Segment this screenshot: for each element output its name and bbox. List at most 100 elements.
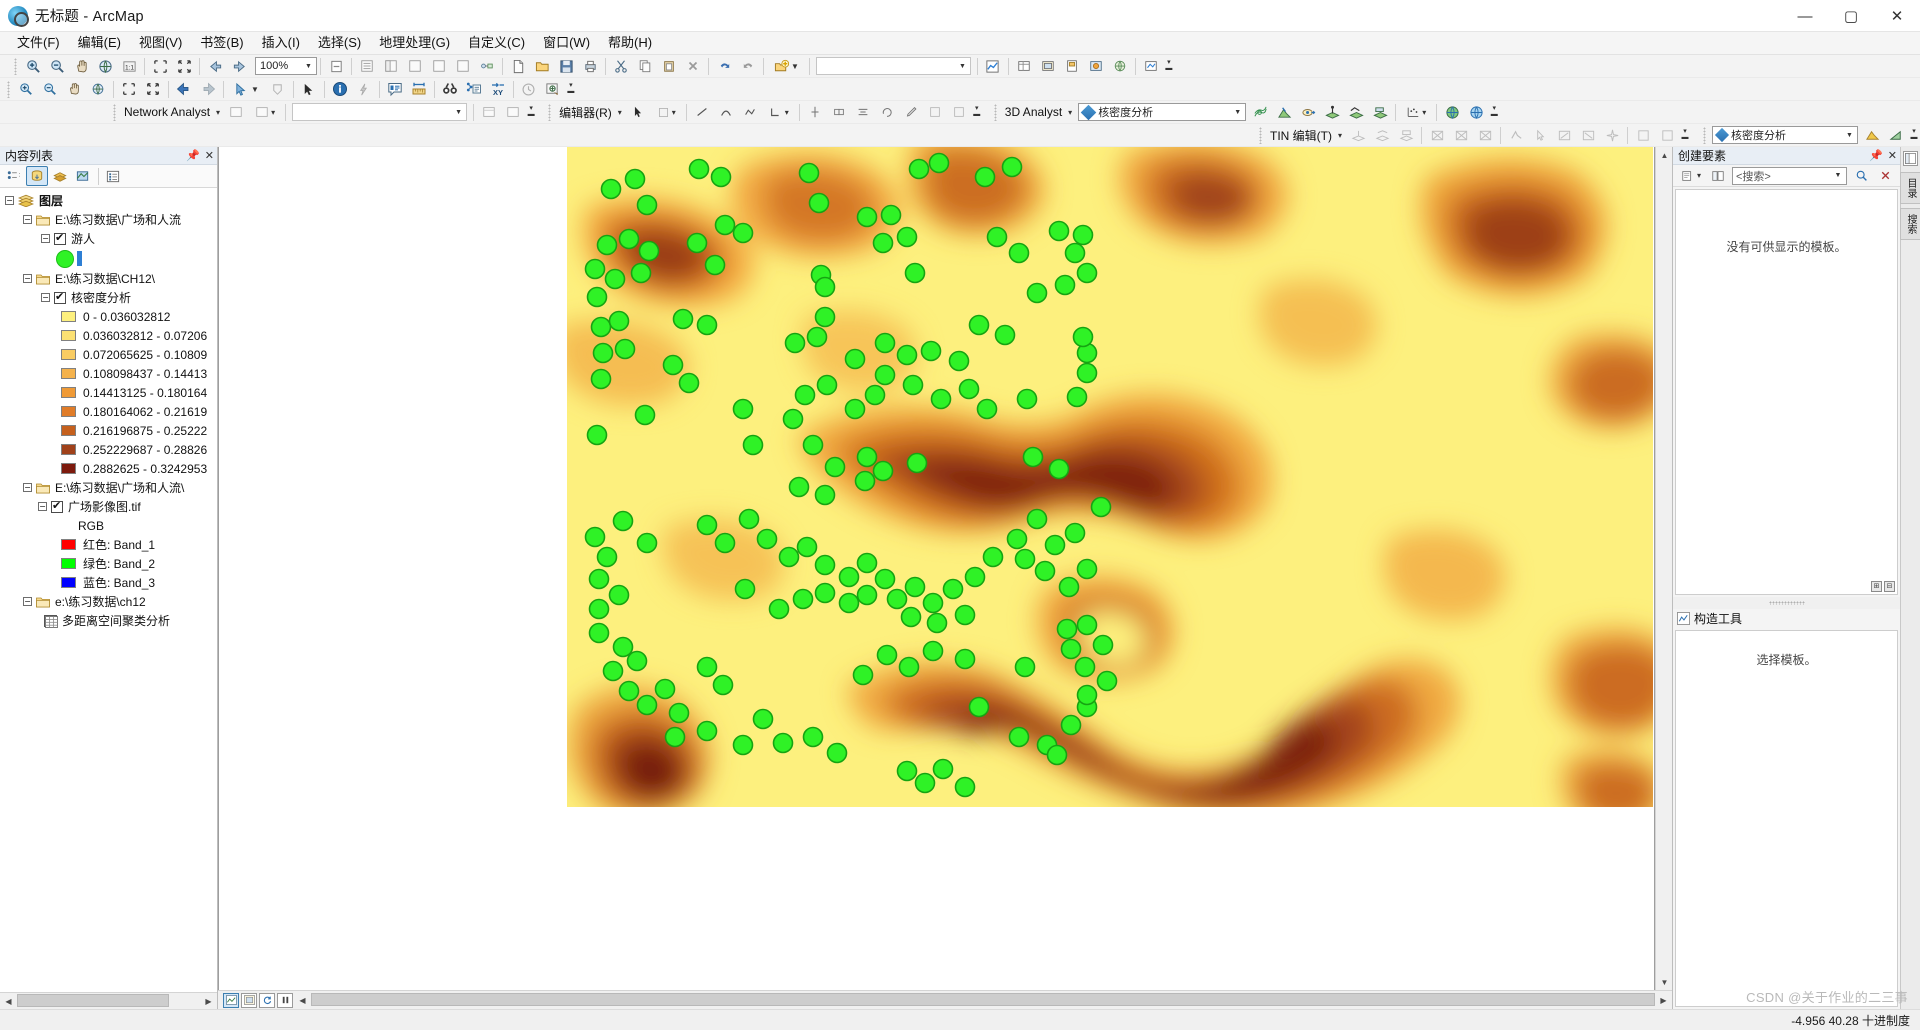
- chevron-down-icon[interactable]: ▾: [672, 108, 676, 117]
- toc-group-ch12-lower[interactable]: − e:\练习数据\ch12: [0, 592, 217, 611]
- map-hscroll-track[interactable]: [311, 992, 1655, 1008]
- pan-icon[interactable]: [70, 56, 92, 77]
- class-color-swatch[interactable]: [61, 368, 76, 379]
- tin-node-icon[interactable]: [1577, 125, 1599, 146]
- toolbox-window-icon[interactable]: [428, 56, 450, 77]
- map-scale-combo[interactable]: 100% ▼: [255, 57, 317, 75]
- scroll-left-icon[interactable]: ◀: [0, 993, 17, 1009]
- menu-selection[interactable]: 选择(S): [309, 32, 370, 54]
- network-directions-icon[interactable]: [502, 102, 524, 123]
- catalog-window-icon[interactable]: [380, 56, 402, 77]
- chevron-down-icon[interactable]: ▾: [216, 108, 220, 117]
- network-analyst-label[interactable]: Network Analyst: [120, 105, 214, 119]
- chevron-down-icon[interactable]: ▾: [618, 108, 622, 117]
- open-map-icon[interactable]: [531, 56, 553, 77]
- class-color-swatch[interactable]: [61, 406, 76, 417]
- toc-band-green[interactable]: 绿色: Band_2: [0, 554, 217, 573]
- 3d-layer-combo[interactable]: 核密度分析 ▼: [1078, 103, 1247, 121]
- layer-visibility-checkbox[interactable]: [54, 290, 66, 304]
- measure-icon[interactable]: [408, 79, 430, 100]
- chevron-down-icon[interactable]: ▾: [1338, 131, 1342, 140]
- toc-horizontal-scrollbar[interactable]: ◀ ▶: [0, 992, 217, 1009]
- pause-drawing-button[interactable]: [277, 992, 293, 1008]
- fixed-scale-icon[interactable]: 1:1: [118, 56, 140, 77]
- geoprocessing-combo[interactable]: ▼: [815, 57, 971, 75]
- toc-group-guangchang-renliu[interactable]: − E:\练习数据\广场和人流: [0, 210, 217, 229]
- vtab-catalog[interactable]: 目录: [1900, 172, 1920, 204]
- trace-icon[interactable]: [739, 102, 761, 123]
- contour-icon[interactable]: [1249, 102, 1271, 123]
- slope-icon[interactable]: [1885, 125, 1907, 146]
- sketch-properties-icon[interactable]: [948, 102, 970, 123]
- layer-visibility-checkbox[interactable]: [54, 231, 66, 245]
- expander-icon[interactable]: −: [23, 597, 32, 606]
- layout-view-button[interactable]: [241, 992, 257, 1008]
- map-hscroll-thumb[interactable]: [311, 993, 1655, 1006]
- add-tin-point-icon[interactable]: [1347, 125, 1369, 146]
- map-vscroll-track[interactable]: [1656, 163, 1672, 974]
- network-flag-icon[interactable]: ▾: [249, 102, 281, 123]
- straight-segment-icon[interactable]: [691, 102, 713, 123]
- expander-icon[interactable]: −: [38, 502, 47, 511]
- toc-group-guangchang-renliu-2[interactable]: − E:\练习数据\广场和人流\: [0, 478, 217, 497]
- create-viewer-icon[interactable]: [542, 79, 564, 100]
- toc-layer-guangchang-image[interactable]: − 广场影像图.tif: [0, 497, 217, 516]
- band-color-swatch-blue[interactable]: [61, 577, 76, 588]
- create-template-button[interactable]: ▾: [1677, 165, 1705, 186]
- chevron-down-icon[interactable]: ▾: [1422, 108, 1426, 117]
- zoom-in-fixed-tool-icon[interactable]: [118, 79, 140, 100]
- toc-class-item[interactable]: 0.216196875 - 0.25222: [0, 421, 217, 440]
- tools-overflow-button[interactable]: ▾ ▬: [565, 79, 577, 99]
- scroll-up-icon[interactable]: ▲: [1656, 147, 1673, 163]
- chevron-down-icon[interactable]: ▾: [1697, 171, 1701, 180]
- editor-menu-label[interactable]: 编辑器(R): [555, 104, 616, 121]
- layout-view-icon-tb[interactable]: [1037, 56, 1059, 77]
- createfeature-layer-combo[interactable]: 核密度分析 ▼: [1712, 126, 1858, 144]
- interpolate-point-icon[interactable]: [1321, 102, 1343, 123]
- go-to-xy-icon[interactable]: XY: [487, 79, 509, 100]
- toolbar-grip-network[interactable]: [112, 103, 117, 121]
- select-features-icon[interactable]: ▼: [228, 79, 265, 100]
- go-back-extent-icon[interactable]: [204, 56, 226, 77]
- editor-overflow-button[interactable]: ▾ ▬: [971, 102, 983, 122]
- toc-table-multi-distance[interactable]: 多距离空间聚类分析: [0, 611, 217, 630]
- zoom-out-icon[interactable]: [46, 56, 68, 77]
- expander-icon[interactable]: −: [23, 215, 32, 224]
- toc-layer-kernel-density[interactable]: − 核密度分析: [0, 288, 217, 307]
- redo-icon[interactable]: [737, 56, 759, 77]
- chevron-down-icon[interactable]: ▼: [1842, 127, 1857, 143]
- steepest-path-icon[interactable]: [1273, 102, 1295, 123]
- toc-window-icon[interactable]: [356, 56, 378, 77]
- close-button[interactable]: ✕: [1874, 0, 1920, 32]
- scroll-down-icon[interactable]: ▼: [1656, 974, 1673, 990]
- expand-panel-icon[interactable]: ⊞: [1871, 580, 1882, 592]
- toc-band-red[interactable]: 红色: Band_1: [0, 535, 217, 554]
- rotate-icon[interactable]: [876, 102, 898, 123]
- copy-icon[interactable]: [634, 56, 656, 77]
- tin-triangle-3-icon[interactable]: [1474, 125, 1496, 146]
- chevron-down-icon[interactable]: ▾: [271, 108, 275, 117]
- map-vertical-scrollbar[interactable]: ▲ ▼: [1655, 147, 1672, 990]
- class-color-swatch[interactable]: [61, 311, 76, 322]
- clear-search-icon[interactable]: [1874, 165, 1896, 186]
- menu-geoprocessing[interactable]: 地理处理(G): [370, 32, 459, 54]
- toc-band-blue[interactable]: 蓝色: Band_3: [0, 573, 217, 592]
- minimize-button[interactable]: —: [1782, 0, 1828, 32]
- chevron-down-icon[interactable]: ▼: [251, 85, 259, 94]
- tin-edit-label[interactable]: TIN 编辑(T): [1266, 127, 1336, 144]
- find-route-icon[interactable]: [463, 79, 485, 100]
- add-tin-line-icon[interactable]: [1371, 125, 1393, 146]
- python-window-icon[interactable]: [452, 56, 474, 77]
- expander-icon[interactable]: −: [23, 483, 32, 492]
- model-builder-icon[interactable]: [476, 56, 498, 77]
- profile-graph-icon[interactable]: ▾: [1400, 102, 1432, 123]
- close-icon[interactable]: ✕: [205, 149, 214, 162]
- edit-annotation-icon[interactable]: ▾: [651, 102, 682, 123]
- data-frame-props-icon[interactable]: [1085, 56, 1107, 77]
- interpolate-line-icon[interactable]: [1345, 102, 1367, 123]
- right-angle-icon[interactable]: ▾: [763, 102, 795, 123]
- attributes-icon[interactable]: [924, 102, 946, 123]
- pan-tool-icon[interactable]: [63, 79, 85, 100]
- search-icon[interactable]: [1850, 165, 1872, 186]
- network-window-icon[interactable]: [478, 102, 500, 123]
